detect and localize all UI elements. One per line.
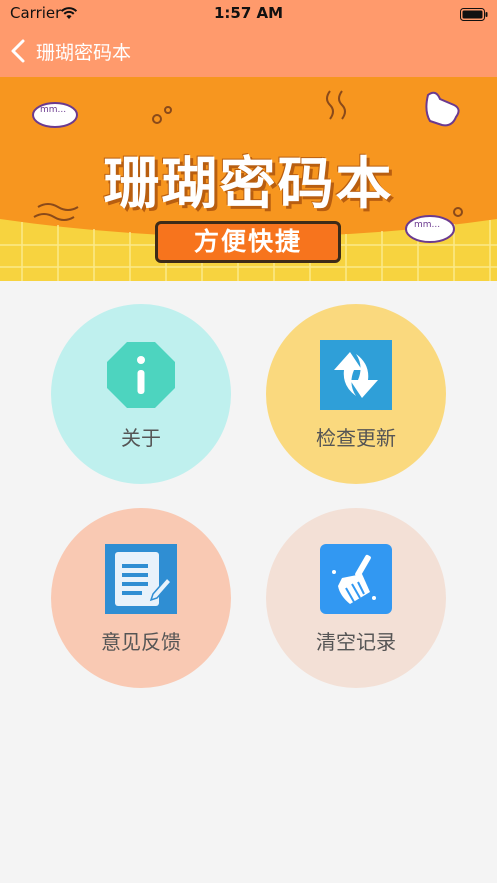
bubble-text-left: mm... <box>40 105 67 115</box>
check-update-label: 检查更新 <box>316 426 396 450</box>
broom-icon <box>320 544 392 614</box>
check-update-button[interactable]: 检查更新 <box>266 304 446 484</box>
feedback-button[interactable]: 意见反馈 <box>51 508 231 688</box>
banner-title: 珊瑚密码本 <box>103 152 394 217</box>
clock: 1:57 AM <box>213 4 284 22</box>
chevron-left-icon <box>8 38 30 64</box>
clear-records-button[interactable]: 清空记录 <box>266 508 446 688</box>
back-button[interactable]: 珊瑚密码本 <box>8 34 131 68</box>
refresh-icon <box>320 340 392 410</box>
bubble-text-right: mm... <box>414 220 441 230</box>
status-bar: Carrier 1:57 AM <box>0 0 497 26</box>
banner-subtitle: 方便快捷 <box>155 221 341 263</box>
feedback-icon <box>105 544 177 614</box>
top-header: Carrier 1:57 AM 珊瑚密码本 <box>0 0 497 77</box>
clear-records-label: 清空记录 <box>316 630 396 654</box>
battery-icon <box>460 6 488 25</box>
app-banner: mm... mm... 珊瑚密码本 方便快捷 <box>0 77 497 281</box>
about-label: 关于 <box>121 426 161 450</box>
navigation-bar: 珊瑚密码本 <box>0 26 497 77</box>
page-title: 珊瑚密码本 <box>36 41 132 64</box>
feedback-label: 意见反馈 <box>101 630 181 654</box>
about-button[interactable]: 关于 <box>51 304 231 484</box>
info-icon <box>105 340 177 410</box>
